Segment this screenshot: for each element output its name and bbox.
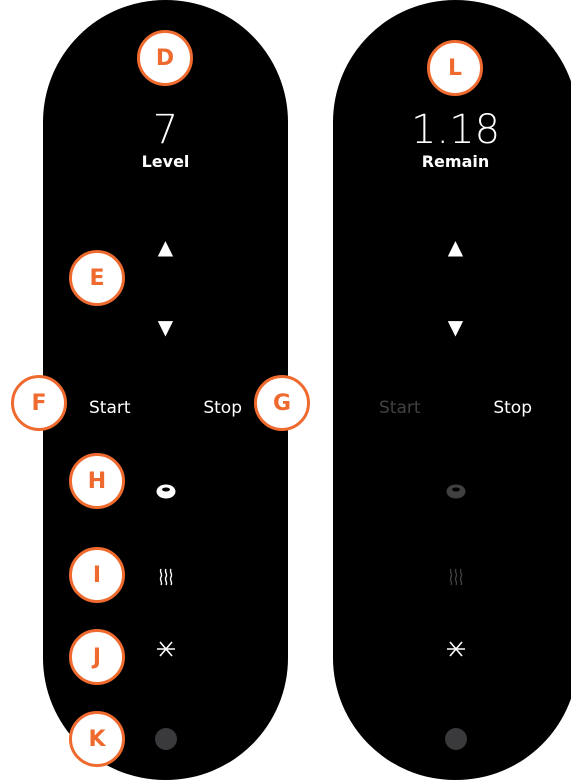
remain-value: 1.18 <box>410 107 501 153</box>
arrow-down-icon: ▼ <box>157 315 174 339</box>
marker-f: F <box>11 375 67 431</box>
marker-j: J <box>69 629 125 685</box>
heat-button[interactable] <box>333 562 571 592</box>
drop-icon <box>156 484 175 499</box>
stop-button[interactable]: Stop <box>493 397 532 419</box>
fan-icon <box>446 641 465 657</box>
heat-icon <box>449 568 462 586</box>
marker-g: G <box>254 375 310 431</box>
led-dot-icon <box>154 728 177 750</box>
decrease-button[interactable]: ▼ <box>333 316 571 338</box>
indicator-button[interactable] <box>333 724 571 754</box>
marker-d: D <box>137 30 193 86</box>
drop-icon <box>446 484 465 499</box>
level-label: Level <box>141 152 190 171</box>
level-value: 7 <box>152 107 179 153</box>
heat-icon <box>159 568 172 586</box>
right-control-panel: 1.18 Remain ▲ ▼ Start Stop <box>333 0 571 780</box>
increase-button[interactable]: ▲ <box>333 236 571 258</box>
led-dot-icon <box>444 728 467 750</box>
marker-e: E <box>69 250 125 306</box>
marker-l: L <box>427 40 483 96</box>
marker-k: K <box>69 711 125 767</box>
fan-button[interactable] <box>333 634 571 664</box>
arrow-down-icon: ▼ <box>447 315 464 339</box>
drop-button[interactable] <box>333 476 571 506</box>
start-button[interactable]: Start <box>89 397 131 419</box>
arrow-up-icon: ▲ <box>447 235 464 259</box>
arrow-up-icon: ▲ <box>157 235 174 259</box>
fan-icon <box>156 641 175 657</box>
marker-i: I <box>69 547 125 603</box>
decrease-button[interactable]: ▼ <box>43 316 288 338</box>
stop-button[interactable]: Stop <box>203 397 242 419</box>
remain-label: Remain <box>421 152 490 171</box>
marker-h: H <box>69 453 125 509</box>
start-button[interactable]: Start <box>379 397 421 419</box>
